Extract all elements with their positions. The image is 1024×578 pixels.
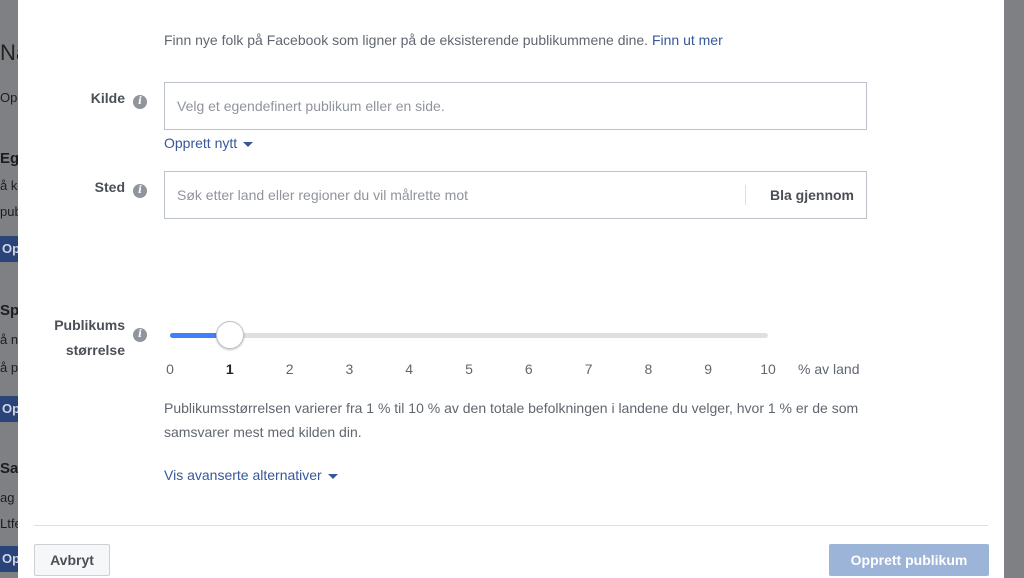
- background-button: Op: [0, 236, 18, 262]
- slider-tick-label: 3: [345, 361, 354, 377]
- source-placeholder: Velg et egendefinert publikum eller en s…: [177, 98, 445, 114]
- background-page-right: [1004, 0, 1024, 578]
- audience-size-description: Publikumsstørrelsen varierer fra 1 % til…: [164, 400, 859, 440]
- source-input[interactable]: Velg et egendefinert publikum eller en s…: [164, 82, 867, 130]
- background-title: Nå: [0, 40, 18, 65]
- advanced-options-toggle[interactable]: Vis avanserte alternativer: [164, 467, 338, 483]
- background-button: Op: [0, 396, 18, 422]
- source-label: Kilde: [90, 90, 125, 106]
- slider-tick-label: 1: [225, 361, 234, 377]
- slider-thumb[interactable]: [215, 321, 244, 349]
- background-button: Op: [0, 546, 18, 572]
- slider-tick-label: 0: [166, 361, 174, 377]
- background-text: å n: [0, 332, 18, 347]
- learn-more-link[interactable]: Finn ut mer: [652, 32, 723, 48]
- background-heading: Spe: [0, 302, 18, 319]
- audience-size-label-line2: størrelse: [65, 342, 125, 358]
- background-text: å k: [0, 178, 18, 193]
- slider-tick-label: 9: [704, 361, 713, 377]
- location-info-icon[interactable]: i: [133, 184, 147, 198]
- audience-size-label-line1: Publikums: [54, 317, 125, 333]
- location-search-input[interactable]: Søk etter land eller regioner du vil mål…: [164, 171, 867, 219]
- slider-tick-label: 6: [524, 361, 533, 377]
- background-text: publ: [0, 204, 18, 219]
- audience-size-slider[interactable]: [170, 321, 768, 349]
- browse-button[interactable]: Bla gjennom: [770, 172, 854, 218]
- slider-tick-label: 2: [285, 361, 294, 377]
- location-label: Sted: [94, 179, 125, 195]
- slider-tick-label: 4: [405, 361, 414, 377]
- create-audience-button[interactable]: Opprett publikum: [829, 544, 989, 576]
- background-heading: Ege: [0, 150, 18, 167]
- slider-tick-label: 10: [760, 361, 776, 377]
- audience-size-label: Publikums størrelse: [28, 313, 125, 363]
- create-new-label: Opprett nytt: [164, 135, 238, 151]
- location-placeholder: Søk etter land eller regioner du vil mål…: [177, 187, 469, 203]
- background-text: Opp: [0, 90, 18, 105]
- footer-divider: [34, 525, 988, 526]
- background-text: Ltfe: [0, 516, 18, 531]
- slider-tick-label: 7: [584, 361, 593, 377]
- background-page: Nå Opp Ege å k publ Op Spe å n å p Op Sa…: [0, 0, 18, 578]
- create-new-dropdown[interactable]: Opprett nytt: [164, 135, 254, 151]
- intro-description: Finn nye folk på Facebook som ligner på …: [164, 32, 649, 48]
- slider-tick-label: 5: [465, 361, 473, 377]
- cancel-button[interactable]: Avbryt: [34, 544, 110, 576]
- lookalike-audience-dialog: Finn nye folk på Facebook som ligner på …: [18, 0, 1004, 578]
- browse-divider: [745, 185, 746, 205]
- intro-text: Finn nye folk på Facebook som ligner på …: [164, 32, 723, 48]
- background-text: å p: [0, 360, 18, 375]
- audience-size-info-icon[interactable]: i: [133, 328, 147, 342]
- advanced-options-label: Vis avanserte alternativer: [164, 467, 322, 483]
- slider-tick-label: 8: [644, 361, 653, 377]
- slider-unit: % av land: [798, 361, 860, 377]
- chevron-down-icon: [327, 473, 338, 479]
- background-text: ag: [0, 490, 15, 505]
- source-info-icon[interactable]: i: [133, 95, 147, 109]
- background-heading: Sag: [0, 460, 18, 477]
- chevron-down-icon: [243, 141, 254, 147]
